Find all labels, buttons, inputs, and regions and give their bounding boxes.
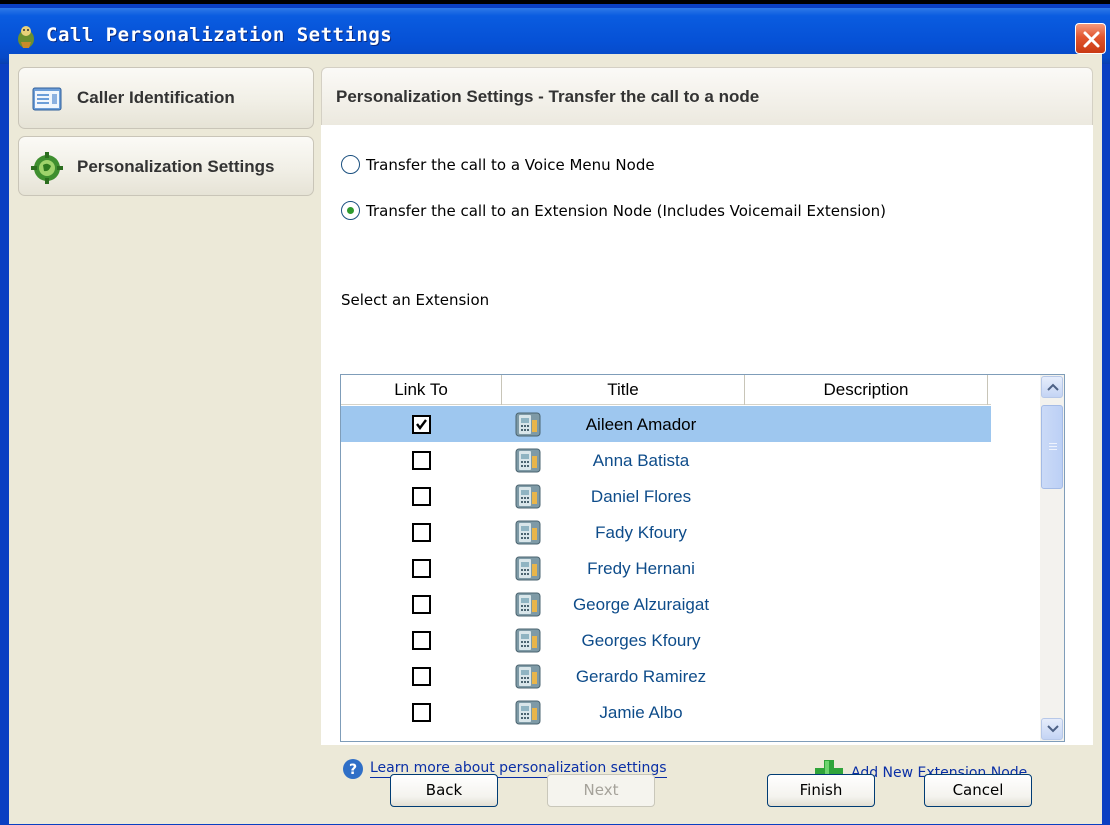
table-row[interactable]: Daniel Flores — [341, 478, 991, 514]
row-title: Gerardo Ramirez — [575, 667, 707, 686]
extension-phone-icon — [515, 592, 541, 617]
extension-phone-icon — [515, 448, 541, 473]
column-header-title[interactable]: Title — [502, 375, 745, 405]
row-title: Fady Kfoury — [595, 523, 687, 542]
scroll-down-button[interactable] — [1041, 718, 1063, 740]
dialog-window: Call Personalization Settings Caller Ide… — [0, 0, 1110, 825]
extension-list[interactable]: Link To Title Description Aileen Amador A… — [340, 374, 1065, 742]
table-row[interactable]: Georges Kfoury — [341, 622, 991, 658]
row-title: Fredy Hernani — [587, 559, 695, 578]
column-header-description[interactable]: Description — [745, 375, 988, 405]
dialog-client-area: Caller Identification Personalization Se… — [9, 54, 1102, 824]
svg-text:?: ? — [349, 762, 357, 778]
radio-voice-menu-node[interactable]: Transfer the call to a Voice Menu Node — [341, 155, 655, 174]
link-checkbox[interactable] — [412, 523, 431, 542]
link-checkbox[interactable] — [412, 667, 431, 686]
close-icon — [1083, 31, 1100, 48]
row-title: Aileen Amador — [585, 415, 697, 434]
radio-button-selected[interactable] — [341, 201, 360, 220]
select-extension-label: Select an Extension — [341, 291, 490, 309]
panel-body: Transfer the call to a Voice Menu Node T… — [321, 125, 1093, 786]
chevron-down-icon — [1047, 725, 1059, 733]
id-card-icon — [32, 87, 62, 111]
row-title: Daniel Flores — [590, 487, 692, 506]
radio-extension-node[interactable]: Transfer the call to an Extension Node (… — [341, 201, 886, 220]
scroll-up-button[interactable] — [1041, 376, 1063, 398]
scroll-thumb[interactable] — [1041, 405, 1063, 489]
nav-personalization-settings[interactable]: Personalization Settings — [18, 136, 314, 196]
finish-button[interactable]: Finish — [767, 774, 875, 807]
nav-label: Personalization Settings — [77, 157, 275, 176]
next-button[interactable]: Next — [547, 774, 655, 807]
app-icon — [18, 26, 34, 48]
table-row[interactable]: Jamie Albo — [341, 694, 991, 730]
row-title: George Alzuraigat — [572, 595, 710, 614]
table-row[interactable]: Anna Batista — [341, 442, 991, 478]
row-title: Anna Batista — [592, 451, 690, 470]
gear-globe-icon — [31, 152, 63, 184]
extension-phone-icon — [515, 556, 541, 581]
link-checkbox[interactable] — [412, 595, 431, 614]
vertical-scrollbar[interactable] — [1040, 375, 1064, 741]
close-button[interactable] — [1075, 23, 1106, 54]
back-button[interactable]: Back — [390, 774, 498, 807]
cancel-button[interactable]: Cancel — [924, 774, 1032, 807]
link-checkbox[interactable] — [412, 559, 431, 578]
link-checkbox[interactable] — [412, 703, 431, 722]
nav-caller-identification[interactable]: Caller Identification — [18, 67, 314, 129]
page-title: Personalization Settings - Transfer the … — [336, 87, 760, 106]
checkmark-icon — [416, 419, 427, 430]
radio-button[interactable] — [341, 155, 360, 174]
radio-label: Transfer the call to an Extension Node (… — [366, 201, 886, 220]
link-checkbox[interactable] — [412, 451, 431, 470]
row-title: Jamie Albo — [599, 703, 683, 722]
table-row[interactable]: Fredy Hernani — [341, 550, 991, 586]
nav-label: Caller Identification — [77, 88, 235, 107]
extension-phone-icon — [515, 412, 541, 437]
row-title: Georges Kfoury — [581, 631, 701, 650]
table-row[interactable]: Aileen Amador — [341, 406, 991, 442]
extension-phone-icon — [515, 520, 541, 545]
chevron-up-icon — [1047, 383, 1059, 391]
extension-phone-icon — [515, 664, 541, 689]
table-row[interactable]: George Alzuraigat — [341, 586, 991, 622]
window-title: Call Personalization Settings — [46, 24, 393, 46]
link-checkbox-checked[interactable] — [412, 415, 431, 434]
column-header-link-to[interactable]: Link To — [341, 375, 502, 405]
table-row[interactable]: Fady Kfoury — [341, 514, 991, 550]
extension-phone-icon — [515, 628, 541, 653]
extension-phone-icon — [515, 484, 541, 509]
table-row[interactable]: Gerardo Ramirez — [341, 658, 991, 694]
radio-label: Transfer the call to a Voice Menu Node — [366, 155, 655, 174]
link-checkbox[interactable] — [412, 631, 431, 650]
list-rows: Aileen Amador Anna Batista Daniel Flores Fa… — [341, 406, 991, 730]
list-header: Link To Title Description — [341, 375, 991, 405]
help-icon: ? — [343, 759, 363, 779]
extension-phone-icon — [515, 700, 541, 725]
link-checkbox[interactable] — [412, 487, 431, 506]
panel-header: Personalization Settings - Transfer the … — [321, 67, 1093, 125]
